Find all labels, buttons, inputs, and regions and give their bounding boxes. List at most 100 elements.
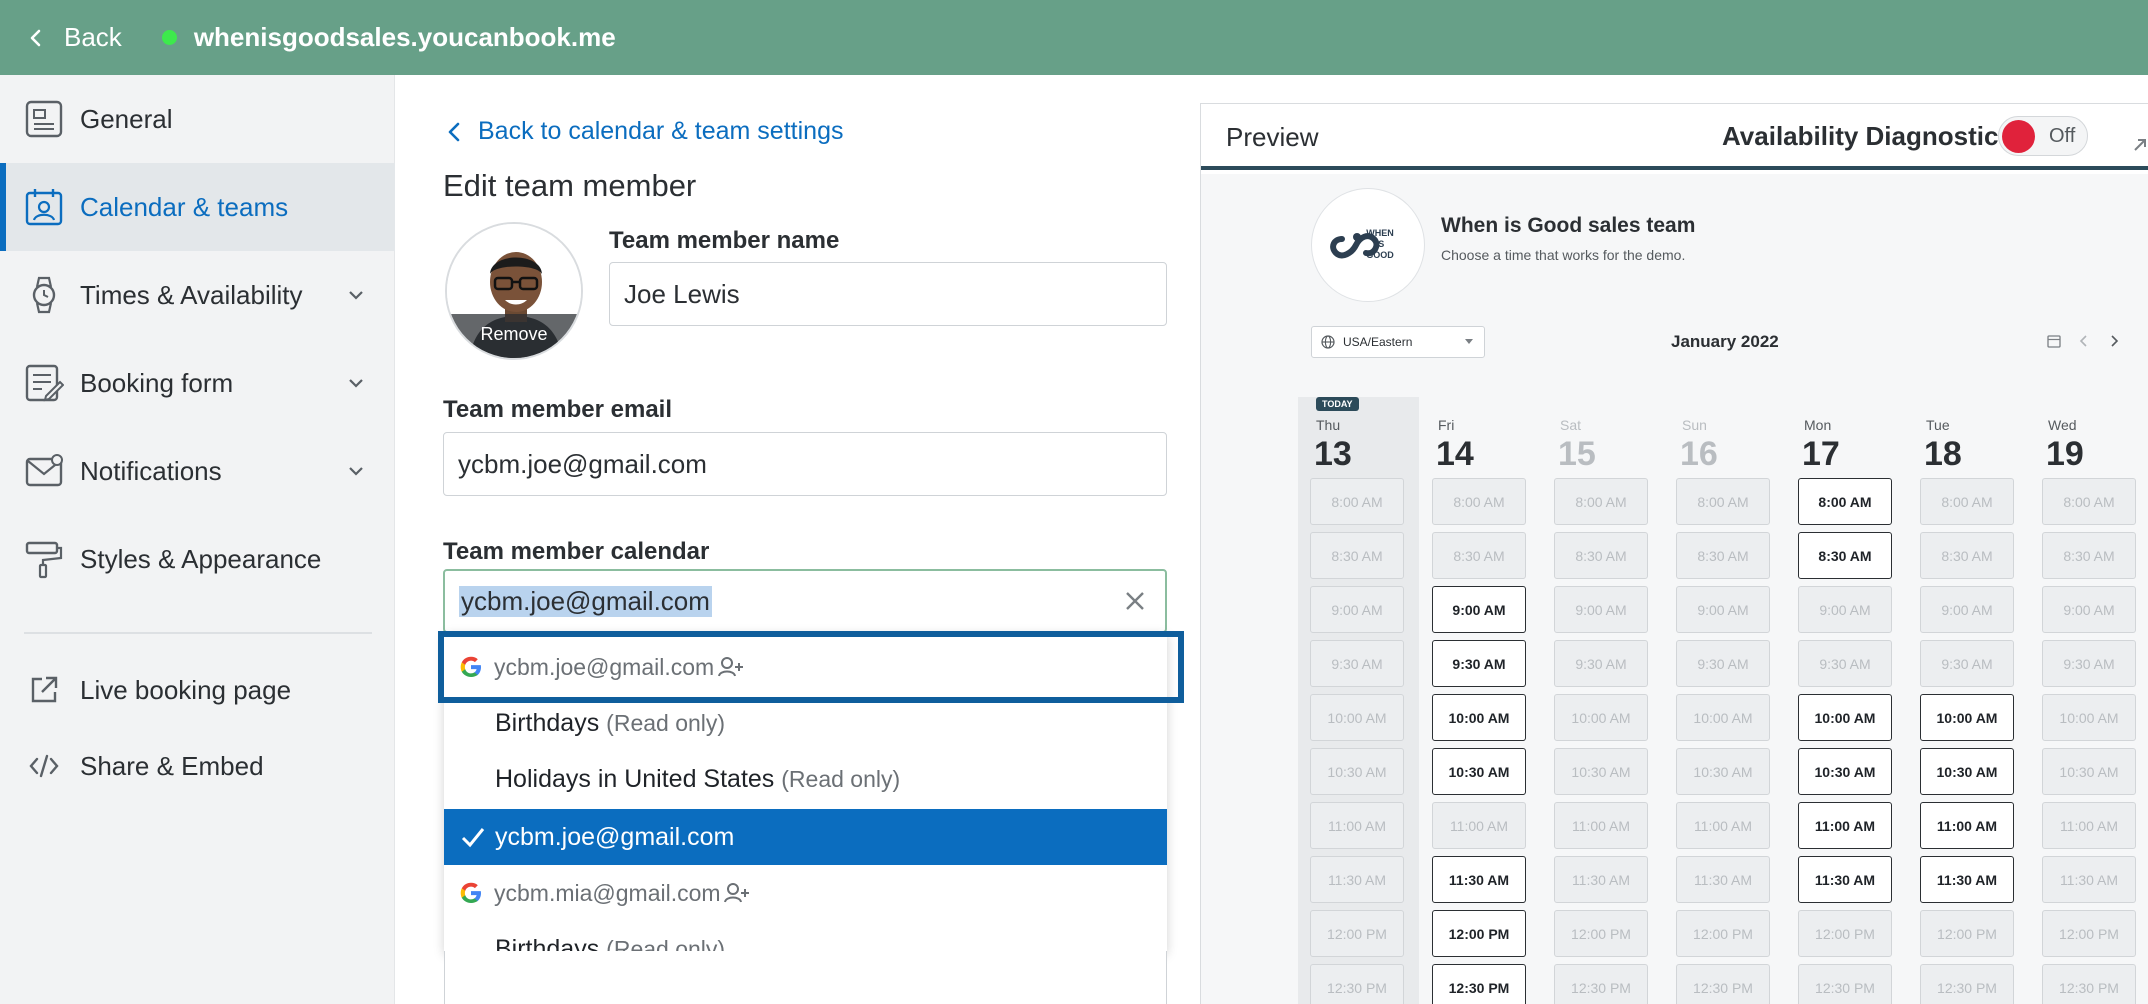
day-number: 16 [1680, 435, 1718, 473]
sidebar: General Calendar & teams Times & Availab… [0, 75, 395, 1004]
time-slot-available[interactable]: 11:30 AM [1432, 856, 1526, 903]
calendar-select[interactable]: ycbm.joe@gmail.com [443, 569, 1167, 633]
preview-body: WHEN IS GOOD When is Good sales team Cho… [1201, 174, 2148, 1004]
time-slot-unavailable: 12:30 PM [1798, 964, 1892, 1004]
time-slot-available[interactable]: 9:30 AM [1432, 640, 1526, 687]
time-slot-unavailable: 8:30 AM [2042, 532, 2136, 579]
back-link-label: Back to calendar & team settings [478, 117, 844, 145]
logo-line-1: WHEN [1366, 228, 1394, 238]
time-slot-available[interactable]: 12:00 PM [1432, 910, 1526, 957]
time-slot-available[interactable]: 10:00 AM [1920, 694, 2014, 741]
sidebar-item-notifications[interactable]: Notifications [0, 427, 395, 515]
day-number: 18 [1924, 435, 1962, 473]
time-slot-available[interactable]: 12:30 PM [1432, 964, 1526, 1004]
time-slot-unavailable: 12:00 PM [1920, 910, 2014, 957]
dropdown-item[interactable]: Birthdays (Read only) [444, 921, 1167, 952]
add-person-icon [724, 883, 749, 903]
time-slot-unavailable: 12:00 PM [1310, 910, 1404, 957]
calendar-name: Birthdays [495, 934, 600, 952]
day-number: 15 [1558, 435, 1596, 473]
time-slot-unavailable: 11:30 AM [1554, 856, 1648, 903]
sidebar-item-label: Calendar & teams [80, 191, 289, 222]
time-slot-available[interactable]: 10:00 AM [1432, 694, 1526, 741]
time-slot-available[interactable]: 9:00 AM [1432, 586, 1526, 633]
sidebar-item-times-availability[interactable]: Times & Availability [0, 251, 395, 339]
preview-panel: Preview Availability Diagnostics Off WHE… [1200, 103, 2148, 1004]
globe-icon [1321, 335, 1335, 349]
name-value: Joe Lewis [624, 278, 740, 309]
caret-down-icon [1465, 339, 1473, 344]
day-number: 19 [2046, 435, 2084, 473]
time-slot-available[interactable]: 11:30 AM [1798, 856, 1892, 903]
time-slot-available[interactable]: 10:30 AM [1798, 748, 1892, 795]
time-slot-available[interactable]: 10:00 AM [1798, 694, 1892, 741]
time-slot-unavailable: 9:00 AM [1554, 586, 1648, 633]
name-label: Team member name [609, 227, 840, 254]
time-slot-unavailable: 12:30 PM [2042, 964, 2136, 1004]
chevron-right-icon [2111, 335, 2119, 347]
dropdown-item-selected[interactable]: ycbm.joe@gmail.com [444, 809, 1167, 865]
logo-mark: WHEN IS GOOD [1330, 228, 1394, 260]
sidebar-link-label: Live booking page [80, 674, 292, 705]
day-of-week: Mon [1804, 417, 1832, 433]
time-slot-unavailable: 10:00 AM [1676, 694, 1770, 741]
toggle-state: Off [2049, 125, 2076, 147]
day-of-week: Fri [1438, 417, 1455, 433]
next-week-button[interactable] [2099, 326, 2129, 356]
dropdown-account-header[interactable]: ycbm.joe@gmail.com [444, 639, 1167, 695]
toggle-knob [2002, 120, 2035, 153]
time-slot-unavailable: 8:00 AM [2042, 478, 2136, 525]
timezone-select[interactable]: USA/Eastern [1311, 326, 1485, 358]
time-slot-unavailable: 9:00 AM [1798, 586, 1892, 633]
sidebar-item-booking-form[interactable]: Booking form [0, 339, 395, 427]
sidebar-item-label: Times & Availability [80, 279, 303, 310]
code-icon [29, 754, 59, 778]
time-slot-available[interactable]: 10:30 AM [1432, 748, 1526, 795]
expand-icon[interactable] [2131, 136, 2148, 154]
avatar[interactable]: Remove [445, 222, 583, 360]
sidebar-link-live-booking-page[interactable]: Live booking page [0, 652, 395, 728]
time-slot-unavailable: 8:30 AM [1310, 532, 1404, 579]
paint-roller-icon [25, 541, 63, 579]
read-only-tag: (Read only) [781, 765, 901, 792]
time-slot-unavailable: 12:00 PM [1554, 910, 1648, 957]
time-slot-available[interactable]: 10:30 AM [1920, 748, 2014, 795]
general-icon [25, 100, 63, 138]
calendar-dropdown: ycbm.joe@gmail.com Birthdays (Read only)… [444, 631, 1167, 951]
team-logo: WHEN IS GOOD [1311, 188, 1425, 302]
prev-week-button[interactable] [2069, 326, 2099, 356]
dropdown-item[interactable]: Holidays in United States (Read only) [444, 751, 1167, 807]
team-name: When is Good sales team [1441, 214, 1696, 237]
sidebar-item-label: Styles & Appearance [80, 543, 322, 574]
chevron-left-icon [2079, 335, 2087, 347]
time-slot-unavailable: 11:00 AM [2042, 802, 2136, 849]
back-button[interactable]: Back [26, 22, 122, 53]
name-field[interactable]: Joe Lewis [609, 262, 1167, 326]
dropdown-account-label: ycbm.joe@gmail.com [494, 653, 715, 680]
time-slot-unavailable: 10:30 AM [1554, 748, 1648, 795]
time-slot-available[interactable]: 8:00 AM [1798, 478, 1892, 525]
check-icon [461, 828, 485, 848]
time-slot-unavailable: 9:30 AM [1798, 640, 1892, 687]
close-icon[interactable] [1123, 589, 1147, 613]
time-slot-available[interactable]: 8:30 AM [1798, 532, 1892, 579]
time-slot-available[interactable]: 11:00 AM [1798, 802, 1892, 849]
email-field[interactable]: ycbm.joe@gmail.com [443, 432, 1167, 496]
calendar-picker-button[interactable] [2039, 326, 2069, 356]
day-of-week: Tue [1926, 417, 1950, 433]
remove-photo-button[interactable]: Remove [447, 314, 581, 358]
sidebar-item-calendar-teams[interactable]: Calendar & teams [0, 163, 395, 251]
time-slot-unavailable: 12:00 PM [1676, 910, 1770, 957]
sidebar-link-share-embed[interactable]: Share & Embed [0, 728, 395, 804]
time-slot-available[interactable]: 11:30 AM [1920, 856, 2014, 903]
time-slot-available[interactable]: 11:00 AM [1920, 802, 2014, 849]
time-slot-unavailable: 12:30 PM [1310, 964, 1404, 1004]
time-slot-unavailable: 12:30 PM [1676, 964, 1770, 1004]
time-slot-unavailable: 12:00 PM [1798, 910, 1892, 957]
back-to-settings-link[interactable]: Back to calendar & team settings [444, 117, 843, 146]
dropdown-account-header[interactable]: ycbm.mia@gmail.com [444, 865, 1167, 921]
sidebar-item-styles-appearance[interactable]: Styles & Appearance [0, 515, 395, 603]
dropdown-item[interactable]: Birthdays (Read only) [444, 695, 1167, 751]
sidebar-item-general[interactable]: General [0, 75, 395, 163]
diagnostics-toggle[interactable]: Off [1998, 116, 2088, 156]
